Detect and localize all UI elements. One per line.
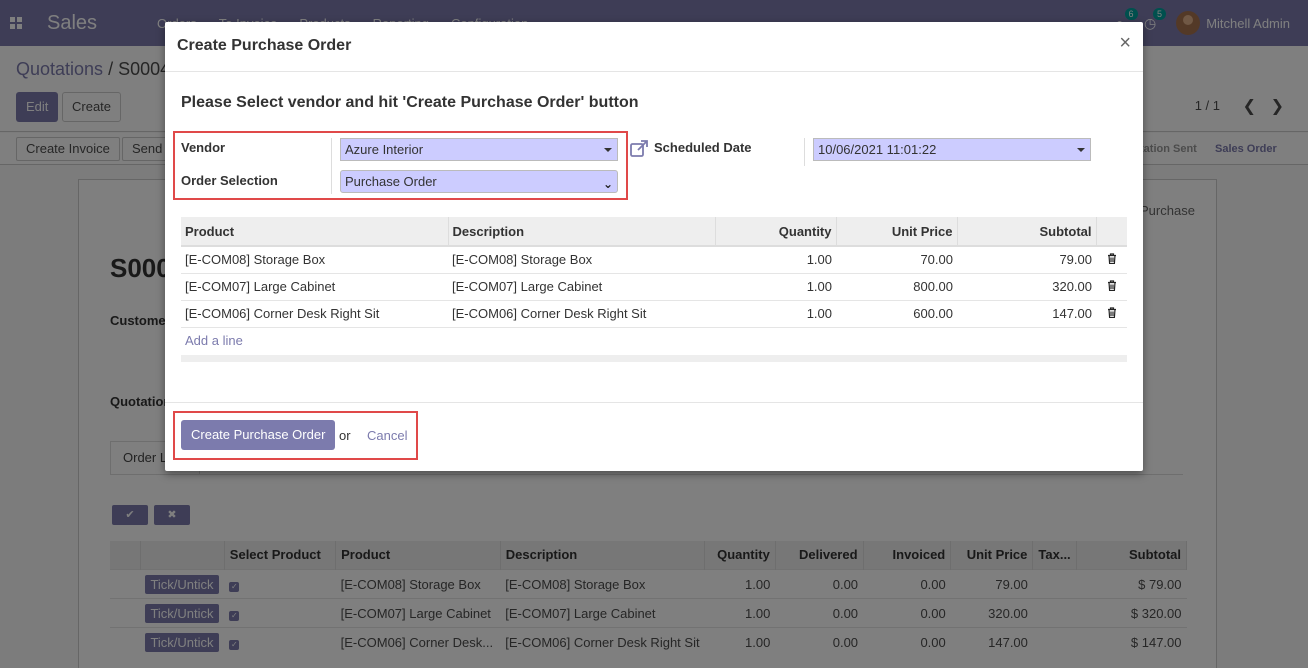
line-product: [E-COM06] Corner Desk Right Sit bbox=[181, 300, 448, 328]
col-subtotal: Subtotal bbox=[957, 217, 1097, 247]
scheduled-date-label: Scheduled Date bbox=[654, 140, 752, 155]
table-row[interactable]: [E-COM07] Large Cabinet [E-COM07] Large … bbox=[181, 273, 1127, 301]
or-text: or bbox=[339, 428, 351, 443]
vendor-label: Vendor bbox=[181, 140, 226, 155]
scheduled-date-value: 10/06/2021 11:01:22 bbox=[818, 142, 937, 157]
modal-footer: Create Purchase Order or Cancel bbox=[165, 402, 1143, 471]
trash-icon[interactable] bbox=[1096, 246, 1127, 274]
caret-down-icon bbox=[604, 148, 612, 152]
vendor-value: Azure Interior bbox=[345, 142, 424, 157]
order-selection-select[interactable]: Purchase Order ⌄ bbox=[340, 170, 618, 193]
line-description: [E-COM06] Corner Desk Right Sit bbox=[448, 300, 715, 328]
table-row[interactable]: [E-COM06] Corner Desk Right Sit [E-COM06… bbox=[181, 300, 1127, 328]
table-footer bbox=[181, 355, 1127, 362]
create-purchase-order-dialog: Create Purchase Order × Please Select ve… bbox=[165, 22, 1143, 471]
trash-icon[interactable] bbox=[1096, 300, 1127, 328]
col-unit-price: Unit Price bbox=[836, 217, 958, 247]
line-subtotal: 320.00 bbox=[957, 273, 1096, 301]
cancel-button[interactable]: Cancel bbox=[367, 428, 407, 443]
chevron-down-icon: ⌄ bbox=[602, 177, 613, 191]
col-actions bbox=[1096, 217, 1127, 247]
date-separator bbox=[804, 138, 805, 166]
order-selection-value: Purchase Order bbox=[345, 174, 437, 189]
scheduled-date-input[interactable]: 10/06/2021 11:01:22 bbox=[813, 138, 1091, 161]
table-row[interactable]: [E-COM08] Storage Box [E-COM08] Storage … bbox=[181, 246, 1127, 274]
modal-title: Create Purchase Order bbox=[177, 37, 352, 54]
line-quantity: 1.00 bbox=[715, 273, 836, 301]
create-purchase-order-button[interactable]: Create Purchase Order bbox=[181, 420, 336, 450]
add-a-line-link[interactable]: Add a line bbox=[185, 333, 243, 348]
line-description: [E-COM07] Large Cabinet bbox=[448, 273, 715, 301]
add-line-row: Add a line bbox=[181, 327, 1127, 354]
field-separator bbox=[331, 138, 332, 194]
order-selection-label: Order Selection bbox=[181, 173, 278, 188]
close-icon[interactable]: × bbox=[1119, 33, 1131, 53]
modal-header: Create Purchase Order × bbox=[165, 22, 1143, 72]
line-description: [E-COM08] Storage Box bbox=[448, 246, 715, 274]
line-product: [E-COM07] Large Cabinet bbox=[181, 273, 448, 301]
col-description: Description bbox=[448, 217, 716, 247]
col-quantity: Quantity bbox=[715, 217, 837, 247]
line-unit-price: 70.00 bbox=[836, 246, 957, 274]
line-product: [E-COM08] Storage Box bbox=[181, 246, 448, 274]
col-product: Product bbox=[181, 217, 449, 247]
purchase-lines-table: Product Description Quantity Unit Price … bbox=[181, 217, 1127, 354]
caret-down-icon bbox=[1077, 148, 1085, 152]
trash-icon[interactable] bbox=[1096, 273, 1127, 301]
vendor-select[interactable]: Azure Interior bbox=[340, 138, 618, 161]
line-quantity: 1.00 bbox=[715, 300, 836, 328]
dialog-instruction: Please Select vendor and hit 'Create Pur… bbox=[181, 94, 639, 111]
line-subtotal: 79.00 bbox=[957, 246, 1096, 274]
line-subtotal: 147.00 bbox=[957, 300, 1096, 328]
line-unit-price: 600.00 bbox=[836, 300, 957, 328]
external-link-icon[interactable] bbox=[629, 139, 649, 159]
line-unit-price: 800.00 bbox=[836, 273, 957, 301]
line-quantity: 1.00 bbox=[715, 246, 836, 274]
